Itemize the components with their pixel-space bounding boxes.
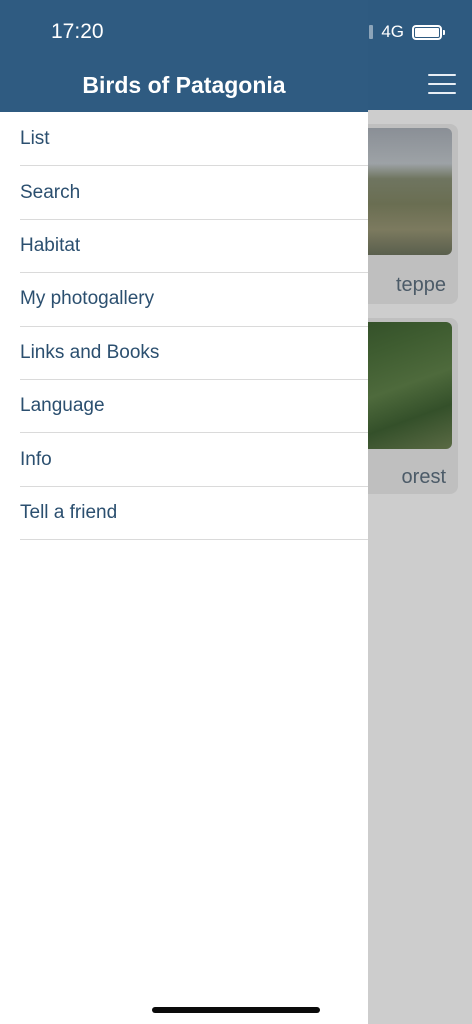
menu-item-habitat[interactable]: Habitat (20, 220, 368, 274)
drawer-header: 17:20 Birds of Patagonia (0, 0, 368, 112)
menu-item-search[interactable]: Search (20, 166, 368, 220)
home-indicator[interactable] (152, 1007, 320, 1013)
app-title: Birds of Patagonia (82, 72, 286, 98)
menu-item-language[interactable]: Language (20, 380, 368, 434)
drawer-menu: List Search Habitat My photogallery Link… (20, 113, 368, 541)
menu-item-list[interactable]: List (20, 113, 368, 167)
navigation-drawer: 17:20 Birds of Patagonia List Search Hab… (0, 0, 368, 1024)
battery-fill (415, 27, 439, 37)
menu-item-info[interactable]: Info (20, 433, 368, 487)
menu-item-tell-a-friend[interactable]: Tell a friend (20, 487, 368, 541)
network-label: 4G (381, 22, 404, 41)
menu-item-links-and-books[interactable]: Links and Books (20, 327, 368, 380)
hamburger-menu-icon[interactable] (428, 74, 456, 94)
status-time: 17:20 (51, 20, 104, 43)
menu-item-photogallery[interactable]: My photogallery (20, 273, 368, 327)
battery-icon (412, 24, 445, 40)
